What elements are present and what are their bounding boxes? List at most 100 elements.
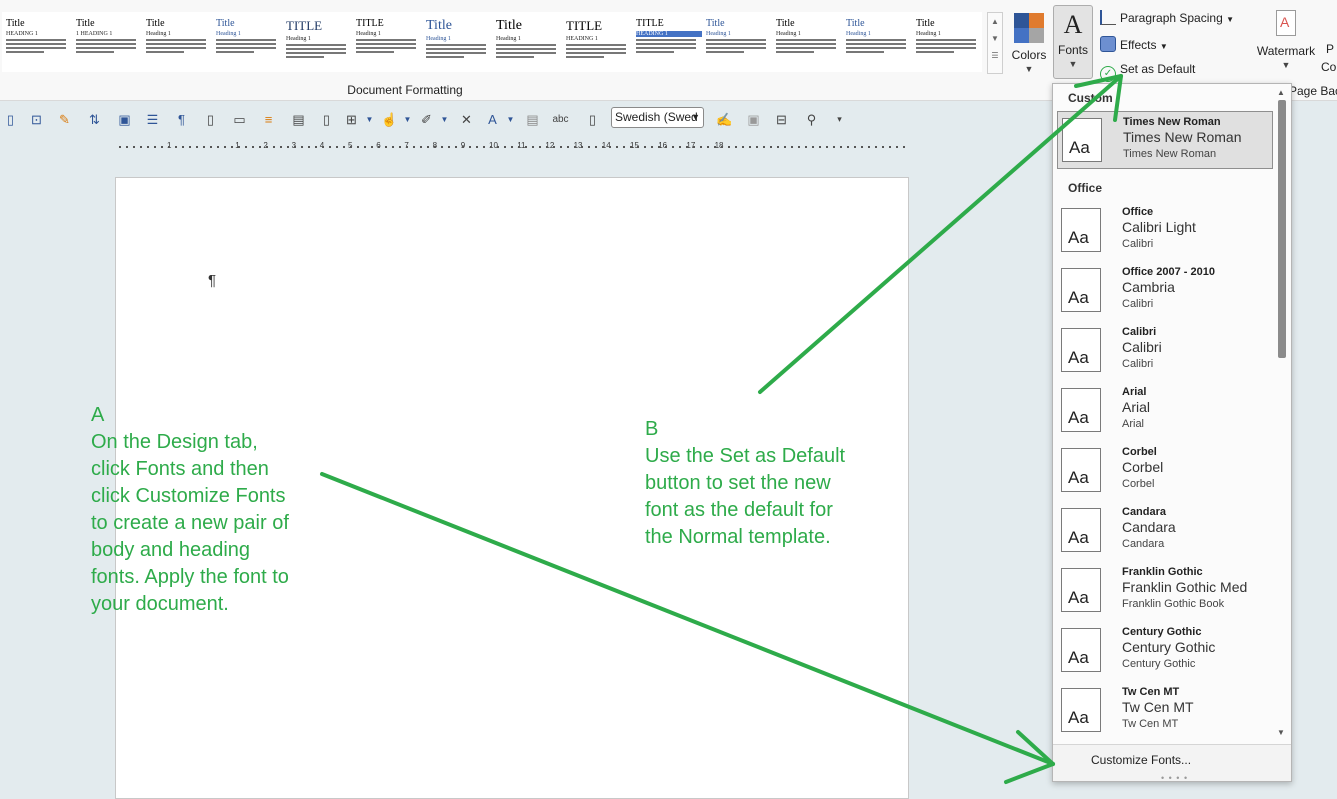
horizontal-ruler[interactable]: 1123456789101112131415161718 — [115, 139, 910, 155]
scroll-up-icon[interactable]: ▲ — [1277, 88, 1285, 97]
search-icon[interactable]: ⚲ — [803, 111, 820, 128]
paragraph-spacing-button[interactable]: Paragraph Spacing ▼ — [1100, 10, 1234, 25]
style-set-thumbnail[interactable]: Title Heading 1 — [842, 12, 912, 72]
highlight-color-icon[interactable]: ✐ — [418, 111, 435, 128]
ruler-tick — [567, 146, 569, 148]
ruler-tick — [434, 146, 436, 148]
fonts-icon: A — [1063, 10, 1083, 39]
dropdown-scrollbar[interactable]: ▲ ▼ — [1275, 88, 1287, 738]
font-theme-item[interactable]: Aa Franklin Gothic Franklin Gothic Med Fran… — [1057, 562, 1273, 620]
style-set-thumbnail[interactable]: Title Heading 1 — [142, 12, 212, 72]
style-set-thumbnail[interactable]: TITLE Heading 1 — [282, 12, 352, 72]
effects-button[interactable]: Effects ▼ — [1100, 36, 1168, 52]
language-select[interactable]: Swedish (Swed ▼ — [611, 107, 704, 128]
text-box-icon[interactable]: ⊡ — [28, 111, 45, 128]
watermark-button[interactable]: A Watermark ▼ — [1256, 8, 1316, 80]
style-set-thumbnail[interactable]: Title Heading 1 — [702, 12, 772, 72]
scrollbar-thumb[interactable] — [1278, 100, 1286, 358]
chevron-down-icon[interactable]: ▼ — [361, 111, 378, 128]
gallery-more-icon[interactable]: ☰ — [988, 51, 1002, 60]
chevron-down-icon[interactable]: ▼ — [502, 111, 519, 128]
font-heading-name: Corbel — [1122, 459, 1164, 475]
scroll-down-icon[interactable]: ▼ — [1277, 728, 1285, 737]
style-thumbnail-title: TITLE — [636, 18, 664, 29]
fonts-button[interactable]: A Fonts ▼ — [1053, 5, 1093, 79]
font-body-name: Calibri — [1122, 238, 1154, 250]
font-theme-item[interactable]: Aa Century Gothic Century Gothic Century Go… — [1057, 622, 1273, 680]
table-icon[interactable]: ⊞ — [343, 111, 360, 128]
font-theme-item[interactable]: Aa Office Calibri Light Calibri — [1057, 202, 1273, 260]
document-icon[interactable]: ▯ — [2, 111, 19, 128]
customize-fonts-button[interactable]: Customize Fonts... — [1091, 753, 1191, 767]
chevron-down-icon[interactable]: ▼ — [399, 111, 416, 128]
bullet-list-icon[interactable]: ☰ — [144, 111, 161, 128]
style-thumbnail-body — [6, 39, 69, 53]
ruler-tick — [651, 146, 653, 148]
ruler-tick — [623, 146, 625, 148]
margins-icon[interactable]: ⊟ — [773, 111, 790, 128]
print-preview-icon[interactable]: ▤ — [290, 111, 307, 128]
font-theme-name: Office — [1122, 206, 1154, 218]
ruler-tick — [161, 146, 163, 148]
style-set-thumbnail[interactable]: Title Heading 1 — [422, 12, 492, 72]
resize-grip-icon[interactable]: • • • • — [1161, 773, 1188, 781]
sort-icon[interactable]: ⇅ — [86, 111, 103, 128]
style-set-thumbnail[interactable]: Title Heading 1 — [492, 12, 562, 72]
gallery-scroll[interactable]: ▲ ▼ ☰ — [987, 12, 1003, 74]
close-icon[interactable]: ✕ — [458, 111, 475, 128]
new-page-icon[interactable]: ▯ — [202, 111, 219, 128]
highlight-icon[interactable]: ✎ — [56, 111, 73, 128]
font-theme-item[interactable]: Aa Tw Cen MT Tw Cen MT Tw Cen MT — [1057, 682, 1273, 740]
document-check-icon[interactable]: ▣ — [116, 111, 133, 128]
set-as-default-button[interactable]: ✓ Set as Default — [1100, 62, 1195, 82]
style-set-thumbnail[interactable]: Title Heading 1 — [912, 12, 982, 72]
style-set-thumbnail[interactable]: TITLE Heading 1 — [352, 12, 422, 72]
text-effects-icon[interactable]: A — [484, 111, 501, 128]
style-set-thumbnail[interactable]: Title Heading 1 — [772, 12, 842, 72]
touch-mode-icon[interactable]: ☝ — [381, 111, 398, 128]
page-icon[interactable]: ▯ — [318, 111, 335, 128]
styles-icon[interactable]: ▤ — [524, 111, 541, 128]
spelling-icon[interactable]: abc — [552, 111, 569, 128]
lines-icon[interactable]: ≡ — [260, 111, 277, 128]
paragraph-marks-icon[interactable]: ¶ — [173, 111, 190, 128]
font-theme-item[interactable]: Aa Times New Roman Times New Roman Times Ne… — [1057, 111, 1273, 169]
ruler-tick — [217, 146, 219, 148]
customize-toolbar-icon[interactable]: ▾ — [831, 111, 848, 128]
font-theme-item[interactable]: Aa Arial Arial Arial — [1057, 382, 1273, 440]
style-set-thumbnail[interactable]: Title Heading 1 — [212, 12, 282, 72]
font-body-name: Century Gothic — [1122, 658, 1196, 670]
style-set-thumbnail[interactable]: TITLE HEADING 1 — [562, 12, 632, 72]
font-body-name: Calibri — [1122, 358, 1154, 370]
protect-icon[interactable]: ▣ — [745, 111, 762, 128]
ruler-tick — [812, 146, 814, 148]
ruler-tick — [588, 146, 590, 148]
ruler-tick — [595, 146, 597, 148]
word-count-icon[interactable]: ▯ — [584, 111, 601, 128]
style-thumbnail-body — [216, 39, 279, 53]
ruler-tick — [861, 146, 863, 148]
style-set-thumbnail[interactable]: Title HEADING 1 — [2, 12, 72, 72]
style-thumbnail-body — [916, 39, 979, 53]
ruler-tick — [133, 146, 135, 148]
font-theme-item[interactable]: Aa Candara Candara Candara — [1057, 502, 1273, 560]
ruler-tick — [875, 146, 877, 148]
picture-icon[interactable]: ▭ — [231, 111, 248, 128]
font-heading-name: Tw Cen MT — [1122, 699, 1194, 715]
signature-icon[interactable]: ✍ — [716, 111, 733, 128]
style-set-thumbnail[interactable]: TITLE HEADING 1 — [632, 12, 702, 72]
ruler-tick — [399, 146, 401, 148]
color-swatch — [1029, 13, 1044, 28]
style-set-thumbnail[interactable]: Title 1 HEADING 1 — [72, 12, 142, 72]
effects-label: Effects — [1120, 38, 1157, 52]
gallery-down-icon[interactable]: ▼ — [988, 34, 1002, 43]
colors-button[interactable]: Colors ▼ — [1010, 5, 1048, 77]
gallery-up-icon[interactable]: ▲ — [988, 17, 1002, 26]
font-theme-item[interactable]: Aa Corbel Corbel Corbel — [1057, 442, 1273, 500]
chevron-down-icon[interactable]: ▼ — [436, 111, 453, 128]
page-color-label[interactable]: P — [1326, 42, 1334, 56]
font-theme-item[interactable]: Aa Calibri Calibri Calibri — [1057, 322, 1273, 380]
font-theme-item[interactable]: Aa Office 2007 - 2010 Cambria Calibri — [1057, 262, 1273, 320]
font-body-name: Times New Roman — [1123, 148, 1217, 160]
ruler-tick — [707, 146, 709, 148]
